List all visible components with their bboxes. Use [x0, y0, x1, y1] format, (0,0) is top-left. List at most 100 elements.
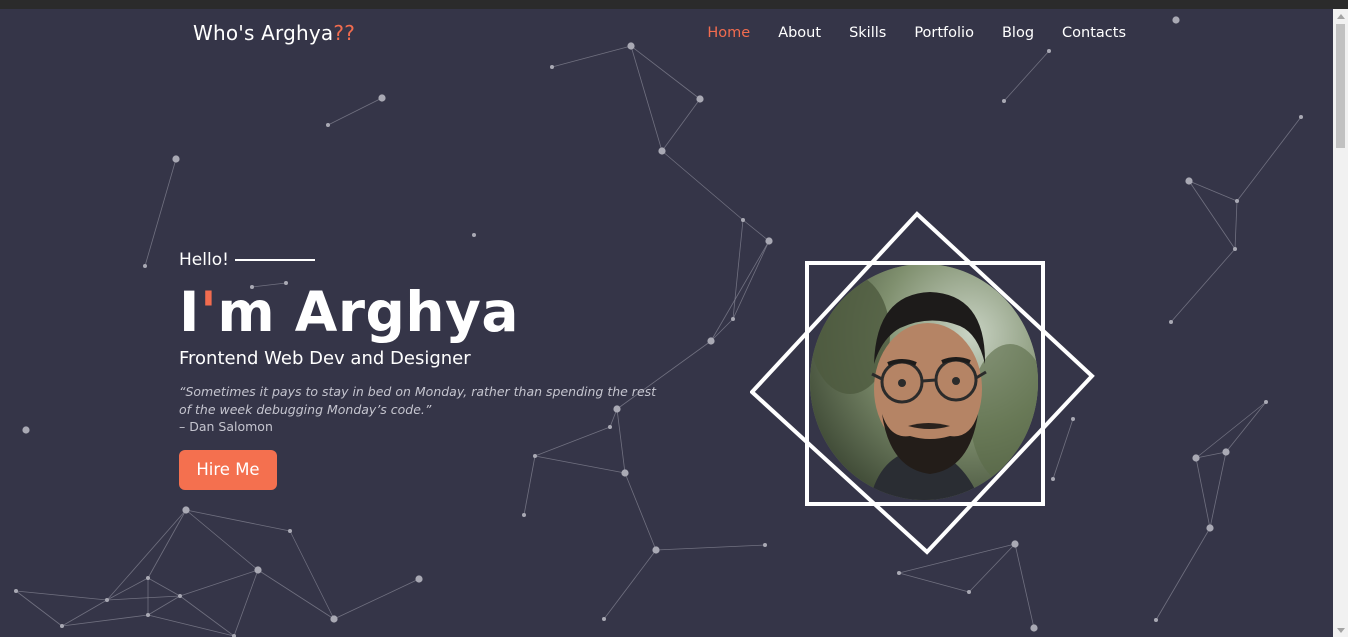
particle-dot	[1154, 618, 1158, 622]
scroll-down-icon[interactable]	[1337, 628, 1345, 633]
particle-link	[1195, 401, 1267, 459]
particle-dot	[1235, 199, 1239, 203]
particle-dot	[696, 95, 704, 103]
portfolio-page: Who's Arghya?? Home About Skills Portfol…	[0, 0, 1348, 637]
particle-link	[732, 219, 744, 320]
particle-link	[1234, 200, 1238, 250]
particle-link	[1188, 180, 1236, 250]
particle-dot	[105, 598, 109, 602]
nav-item-blog[interactable]: Blog	[1002, 25, 1034, 41]
particle-dot	[1185, 177, 1193, 185]
particle-dot	[415, 575, 423, 583]
particle-dot	[707, 337, 715, 345]
particle-link	[1014, 543, 1035, 629]
particle-dot	[1233, 247, 1237, 251]
particle-dot	[1299, 115, 1303, 119]
particle-link	[147, 614, 235, 637]
particle-dot	[146, 613, 150, 617]
vertical-scrollbar[interactable]	[1333, 9, 1348, 637]
particle-link	[61, 599, 108, 627]
particle-dot	[178, 594, 182, 598]
particle-dot	[731, 317, 735, 321]
nav-item-home[interactable]: Home	[707, 25, 750, 41]
particle-dot	[550, 65, 554, 69]
brand-logo[interactable]: Who's Arghya??	[193, 21, 355, 45]
particle-link	[185, 509, 259, 571]
name-prefix: I	[179, 280, 200, 344]
particle-dot	[288, 529, 292, 533]
particle-link	[655, 544, 766, 551]
nav-item-contacts[interactable]: Contacts	[1062, 25, 1126, 41]
hire-me-button[interactable]: Hire Me	[179, 450, 277, 490]
quote-author: – Dan Salomon	[179, 419, 273, 434]
hero-role: Frontend Web Dev and Designer	[179, 348, 471, 369]
particle-link	[327, 97, 383, 126]
particle-dot	[143, 264, 147, 268]
particle-link	[179, 595, 235, 637]
particle-link	[147, 595, 181, 616]
particle-dot	[326, 123, 330, 127]
particle-dot	[1206, 524, 1214, 532]
main-menu: Home About Skills Portfolio Blog Contact…	[707, 25, 1126, 41]
particle-dot	[378, 94, 386, 102]
brand-name: Who's Arghya	[193, 21, 334, 45]
particle-dot	[652, 546, 660, 554]
particle-dot	[182, 506, 190, 514]
particle-link	[106, 509, 187, 601]
nav-item-skills[interactable]: Skills	[849, 25, 886, 41]
particle-dot	[1002, 99, 1006, 103]
particle-dot	[967, 590, 971, 594]
particle-link	[61, 614, 149, 627]
particle-link	[289, 530, 335, 620]
particle-dot	[330, 615, 338, 623]
particle-dot	[14, 589, 18, 593]
particle-dot	[602, 617, 606, 621]
particle-link	[147, 509, 187, 579]
greeting-text: Hello!	[179, 250, 229, 270]
nav-item-about[interactable]: About	[778, 25, 821, 41]
particle-dot	[1192, 454, 1200, 462]
nav-item-portfolio[interactable]: Portfolio	[914, 25, 974, 41]
hero-section: Hello! I'm Arghya Frontend Web Dev and D…	[179, 250, 659, 490]
particle-link	[106, 577, 149, 601]
particle-link	[1155, 527, 1211, 621]
particle-dot	[1264, 400, 1268, 404]
scrollbar-thumb[interactable]	[1336, 24, 1345, 148]
particle-dot	[658, 147, 666, 155]
particle-dot	[146, 576, 150, 580]
scroll-up-icon[interactable]	[1337, 14, 1345, 19]
particle-link	[147, 577, 181, 597]
particle-dot	[522, 513, 526, 517]
browser-top-strip	[0, 0, 1348, 9]
hero-quote: “Sometimes it pays to stay in bed on Mon…	[179, 384, 657, 417]
particle-link	[179, 569, 259, 597]
particle-dot	[60, 624, 64, 628]
brand-accent: ??	[333, 21, 356, 45]
particle-link	[1209, 451, 1227, 529]
particle-link	[1225, 401, 1267, 453]
particle-dot	[741, 218, 745, 222]
particle-link	[1170, 248, 1236, 323]
particle-dot	[1030, 624, 1038, 632]
particle-link	[257, 569, 335, 620]
particle-link	[185, 509, 291, 532]
particle-dot	[1169, 320, 1173, 324]
particle-link	[1236, 116, 1302, 202]
particle-link	[15, 590, 108, 601]
double-square-frame-icon	[750, 211, 1095, 555]
hero-greeting: Hello!	[179, 250, 659, 270]
particle-link	[333, 578, 420, 620]
particle-link	[15, 590, 63, 627]
greeting-rule	[234, 259, 315, 261]
particle-dot	[22, 426, 30, 434]
hero-name: I'm Arghya	[179, 280, 659, 344]
portrait-frame	[750, 210, 1096, 556]
name-apostrophe: '	[199, 280, 218, 344]
particle-link	[1195, 451, 1227, 459]
particle-dot	[254, 566, 262, 574]
particle-link	[144, 158, 177, 267]
navbar: Who's Arghya?? Home About Skills Portfol…	[0, 9, 1333, 61]
particle-dot	[897, 571, 901, 575]
particle-link	[661, 150, 744, 221]
particle-link	[233, 569, 259, 637]
